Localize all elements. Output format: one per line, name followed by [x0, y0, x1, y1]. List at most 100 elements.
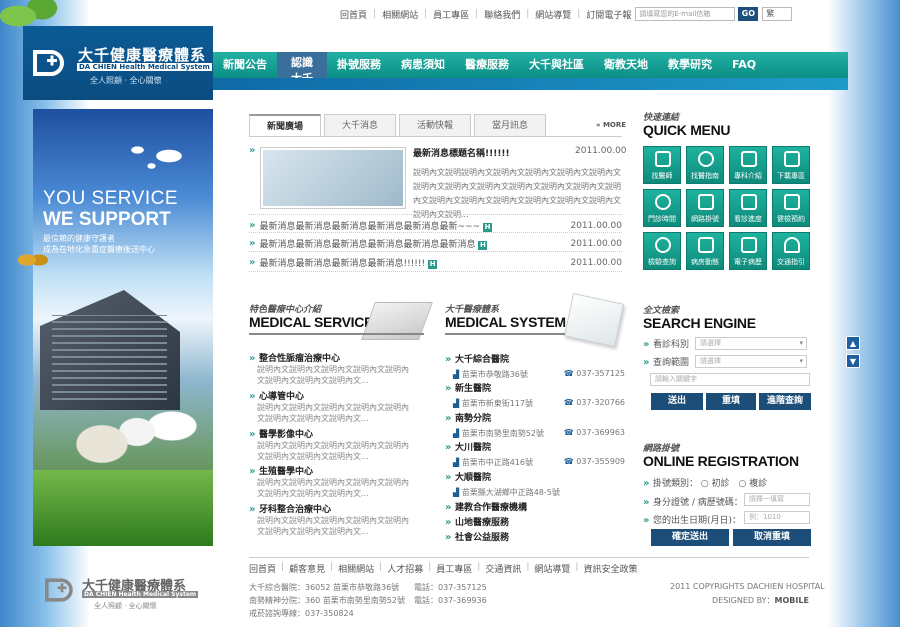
footer-address-1: 大千綜合醫院：36052 苗栗市恭敬路36號 [249, 583, 400, 592]
news-item[interactable]: » 最新消息最新消息最新消息最新消息最新消息最新~~~ H 2011.00.00 [249, 219, 622, 232]
bullet-icon: » [445, 413, 455, 424]
nav-faq[interactable]: FAQ [722, 52, 766, 78]
quick-guide[interactable]: 找醫指南 [686, 146, 724, 184]
clock-icon [655, 194, 671, 210]
bullet-icon: » [643, 478, 653, 489]
footer-link-feedback[interactable]: 顧客意見 [289, 562, 325, 575]
quick-lab-results[interactable]: 檢驗查詢 [643, 232, 681, 270]
news-date: 2011.00.00 [570, 257, 622, 268]
footer-link-sitemap[interactable]: 網站導覽 [534, 562, 570, 575]
news-item[interactable]: » 最新消息最新消息最新消息最新消息!!!!!! H 2011.00.00 [249, 256, 622, 269]
quick-downloads[interactable]: 下載專區 [772, 146, 810, 184]
bullet-icon: » [445, 517, 455, 528]
service-item[interactable]: » 牙科整合治療中心 說明內文說明內文說明內文說明內文說明內文說明內文說明內文說… [249, 502, 409, 537]
footer-rule [249, 557, 809, 558]
dept-select[interactable]: 請選擇 ▾ [695, 337, 807, 350]
scroll-down-icon[interactable]: ▼ [846, 354, 860, 368]
top-link-sitemap[interactable]: 網站導覽 [535, 8, 571, 21]
top-link-newsletter[interactable]: 訂閱電子報 [586, 8, 631, 21]
footer-link-home[interactable]: 回首頁 [249, 562, 276, 575]
return-visit-radio[interactable]: ○ 複診 [738, 479, 767, 489]
hospital-item[interactable]: » 大川醫院 ▟ 苗栗市中正路416號 ☎ 037-355909 [445, 440, 625, 468]
quick-clinic-hours[interactable]: 門診時間 [643, 189, 681, 227]
hospital-logo-icon [33, 50, 64, 76]
footer-link-careers[interactable]: 人才招募 [387, 562, 423, 575]
first-visit-radio[interactable]: ○ 初診 [701, 479, 730, 489]
footer-link-security[interactable]: 資訊安全政策 [583, 562, 637, 575]
banner-people-image [60, 372, 200, 492]
id-input[interactable]: 請擇一填寫 [744, 493, 810, 506]
bullet-icon: » [445, 383, 455, 394]
top-link-staff[interactable]: 員工專區 [433, 8, 469, 21]
quick-progress[interactable]: 看診進度 [729, 189, 767, 227]
service-item[interactable]: » 整合性脈瘤治療中心 說明內文說明內文說明內文說明內文說明內文說明內文說明內文… [249, 351, 409, 386]
hot-badge: H [483, 223, 493, 232]
footer-logo-en: DA CHIEN Health Medical System [82, 591, 199, 598]
featured-news-image[interactable] [261, 148, 405, 208]
top-link-related[interactable]: 相關網站 [382, 8, 418, 21]
news-item[interactable]: » 最新消息最新消息最新消息最新消息最新消息最新消息 H 2011.00.00 [249, 237, 622, 250]
tab-monthly[interactable]: 當月訊息 [474, 114, 546, 136]
car-icon [784, 237, 800, 253]
reg-dob-label: » 您的出生日期(月日)： [643, 515, 741, 526]
quick-checkup[interactable]: 健檢預約 [772, 189, 810, 227]
language-select[interactable]: 繁 [762, 7, 793, 21]
bullet-icon: » [643, 339, 653, 350]
nav-health-education[interactable]: 衛教天地 [594, 52, 658, 78]
hospital-item[interactable]: » 南勢分院 ▟ 苗栗市南勢里南勢52號 ☎ 037-369963 [445, 411, 625, 439]
footer-link-staff[interactable]: 員工專區 [436, 562, 472, 575]
divider [249, 214, 622, 215]
tab-events[interactable]: 活動快報 [399, 114, 471, 136]
service-item[interactable]: » 心導管中心 說明內文說明內文說明內文說明內文說明內文說明內文說明內文說明內文… [249, 389, 409, 424]
tab-news-square[interactable]: 新聞廣場 [249, 114, 321, 136]
newsletter-email-input[interactable]: 請填寫您的E-mail信箱 [635, 7, 736, 21]
advanced-search-button[interactable]: 進階查詢 [759, 393, 811, 410]
registration-heading-en: ONLINE REGISTRATION [643, 453, 799, 469]
range-select[interactable]: 請選擇 ▾ [695, 355, 807, 368]
nav-news[interactable]: 新聞公告 [213, 52, 277, 78]
newsletter-go-button[interactable]: GO [738, 7, 759, 21]
footer-link-related[interactable]: 相關網站 [338, 562, 374, 575]
top-link-contact[interactable]: 聯絡我們 [484, 8, 520, 21]
hospital-item[interactable]: » 大千綜合醫院 ▟ 苗栗市恭敬路36號 ☎ 037-357125 [445, 352, 625, 380]
quick-find-doctor[interactable]: 找醫師 [643, 146, 681, 184]
bullet-icon: » [643, 357, 653, 368]
registration-submit-button[interactable]: 確定送出 [651, 529, 729, 546]
hospital-item[interactable]: » 大順醫院 ▟ 苗栗縣大湖鄉中正路48-5號 [445, 470, 625, 498]
nav-community[interactable]: 大千與社區 [519, 52, 594, 78]
quick-online-registration[interactable]: 網路掛號 [686, 189, 724, 227]
link-public-welfare[interactable]: » 社會公益服務 [445, 530, 509, 543]
building-icon: ▟ [453, 370, 462, 379]
nav-about[interactable]: 認識大千INTRODUCE [277, 52, 327, 93]
search-submit-button[interactable]: 送出 [651, 393, 703, 410]
tab-dachien-news[interactable]: 大千消息 [324, 114, 396, 136]
nav-research[interactable]: 教學研究 [658, 52, 722, 78]
dob-input[interactable]: 例：1010 [744, 511, 810, 524]
quick-ward-status[interactable]: 病房動態 [686, 232, 724, 270]
quick-medical-records[interactable]: 電子病歷 [729, 232, 767, 270]
nav-registration[interactable]: 掛號服務 [327, 52, 391, 78]
nav-medical-service[interactable]: 醫療服務 [455, 52, 519, 78]
doctor-icon [655, 151, 671, 167]
footer-tel-1: 電話：037-357125 [414, 583, 487, 592]
footer-link-transport[interactable]: 交通資訊 [485, 562, 521, 575]
link-cooperation[interactable]: » 建教合作醫療機構 [445, 500, 527, 513]
service-item[interactable]: » 生殖醫學中心 說明內文說明內文說明內文說明內文說明內文說明內文說明內文說明內… [249, 464, 409, 499]
designer-logo[interactable]: MOBILE [775, 596, 809, 605]
nav-patient-info[interactable]: 病患須知 [391, 52, 455, 78]
registration-reset-button[interactable]: 取消重填 [733, 529, 811, 546]
quick-transport[interactable]: 交通指引 [772, 232, 810, 270]
scroll-up-icon[interactable]: ▲ [846, 336, 860, 350]
top-link-home[interactable]: 回首頁 [340, 8, 367, 21]
service-item[interactable]: » 醫學影像中心 說明內文說明內文說明內文說明內文說明內文說明內文說明內文說明內… [249, 427, 409, 462]
link-mountain-service[interactable]: » 山地醫療服務 [445, 515, 509, 528]
quick-menu-heading-en: QUICK MENU [643, 122, 731, 138]
hospital-item[interactable]: » 新生醫院 ▟ 苗栗市新東街117號 ☎ 037-320766 [445, 381, 625, 409]
featured-news-title[interactable]: 最新消息標題名稱!!!!!! [413, 146, 510, 159]
search-reset-button[interactable]: 重填 [706, 393, 756, 410]
quick-departments[interactable]: 專科介紹 [729, 146, 767, 184]
keyword-input[interactable]: 請輸入關鍵字 [650, 373, 810, 386]
section-rule [249, 333, 424, 335]
banner-headline-1: YOU SERVICE [43, 188, 179, 209]
more-link[interactable]: » MORE [596, 121, 626, 129]
